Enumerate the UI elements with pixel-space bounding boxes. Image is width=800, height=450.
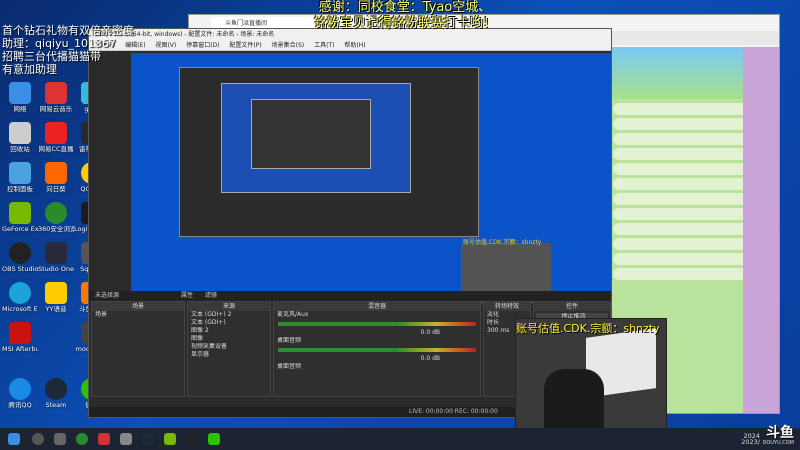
properties-button[interactable]: 属性 [181, 292, 193, 299]
desktop-icon-msi[interactable]: MSI Afterburner [2, 322, 38, 353]
source-toolbar: 未选择源 属性 滤镜 [89, 291, 611, 301]
stream-notice: 首个钻石礼物有双倍亲密度 助理：qiqiyu_101367 招聘三台代播猫猫带 … [2, 24, 202, 76]
source-item[interactable]: 显示器 [188, 351, 270, 359]
webcam-label: 账号估值.CDK.宗额：shnzty [516, 322, 660, 335]
source-item[interactable]: 视频采集设备 [188, 343, 270, 351]
desktop-icon-yy[interactable]: YY语音 [38, 282, 74, 313]
qq-icon [9, 378, 31, 400]
sources-dock: 来源 文本 (GDI+) 2 文本 (GDI+) 图像 2 图像 视频采集设备 … [187, 301, 271, 397]
steam-icon [45, 378, 67, 400]
desktop-icon-geforce[interactable]: GeForce Experience [2, 202, 38, 233]
recycle-bin-icon [9, 122, 31, 144]
mixer-level: 0.0 dB [420, 329, 440, 336]
clock-date: 2023/ [741, 438, 760, 446]
volume-meter[interactable] [278, 348, 476, 352]
desktop-icon-obs[interactable]: OBS Studio [2, 242, 38, 273]
source-item[interactable]: 图像 2 [188, 327, 270, 335]
volume-meter[interactable] [278, 322, 476, 326]
menu-profile[interactable]: 配置文件(P) [229, 42, 261, 49]
steam-taskbar-icon[interactable] [142, 433, 154, 445]
desktop-icon-network[interactable]: 网络 [2, 82, 38, 113]
source-item[interactable]: 文本 (GDI+) 2 [188, 311, 270, 319]
preview-cam-label: 账号估值.CDK.宗额：shnzty [463, 239, 542, 246]
menu-tools[interactable]: 工具(T) [314, 42, 334, 49]
no-source-label: 未选择源 [95, 292, 120, 299]
thanks-line: 感谢：同校食堂：Tyao空城、 [318, 0, 492, 15]
mixer-level: 0.0 dB [420, 355, 440, 362]
source-item[interactable]: 图像 [188, 335, 270, 343]
menu-scene-collection[interactable]: 场景集合(S) [272, 42, 305, 49]
notice-line: 有意加助理 [2, 63, 57, 76]
scenes-header: 场景 [92, 302, 184, 311]
notice-line: 助理：qiqiyu_101367 [2, 37, 117, 50]
app-taskbar-icon[interactable] [98, 433, 110, 445]
thanks-line: 铭粉宝贝记得铭粉联赛打卡哟！ [313, 16, 496, 31]
filters-button[interactable]: 滤镜 [205, 292, 217, 299]
studio-icon [45, 242, 67, 264]
obs-preview[interactable]: 账号估值.CDK.宗额：shnzty [131, 53, 611, 303]
system-clock[interactable]: 2024 2023/ [741, 433, 760, 446]
mixer-channel-desktop: 桌面音频 [277, 337, 302, 344]
page-sidebar [743, 47, 779, 413]
scene-item[interactable]: 场景 [92, 311, 184, 319]
search-icon[interactable] [32, 433, 44, 445]
music-icon [45, 82, 67, 104]
preview-nested-obs-2 [251, 99, 371, 169]
source-item[interactable]: 文本 (GDI+) [188, 319, 270, 327]
cam-person [544, 369, 604, 429]
msi-icon [9, 322, 31, 344]
task-view-icon[interactable] [54, 433, 66, 445]
mixer-channel-desktop-2: 桌面音频 [277, 363, 302, 370]
transitions-header: 转场特效 [484, 302, 530, 311]
scenes-dock: 场景 场景 [91, 301, 185, 397]
desktop-icon-sunlogin[interactable]: 向日葵 [38, 162, 74, 193]
nvidia-taskbar-icon[interactable] [164, 433, 176, 445]
desktop-icon-music[interactable]: 网易云音乐 [38, 82, 74, 113]
desktop-icon-qq[interactable]: 腾讯QQ [2, 378, 38, 409]
douyu-url: DOUYU.COM [762, 440, 795, 446]
desktop-icon-recycle[interactable]: 回收站 [2, 122, 38, 153]
browser-icon [45, 202, 67, 224]
cc-icon [45, 122, 67, 144]
desktop-icon-studioone[interactable]: Studio One5 [38, 242, 74, 273]
yy-icon [45, 282, 67, 304]
mixer-dock: 混音器 麦克风/Aux 0.0 dB 桌面音频 0.0 dB 桌面音频 [273, 301, 481, 397]
douyu-watermark: 斗鱼 [766, 425, 794, 441]
app-taskbar-icon[interactable] [120, 433, 132, 445]
sources-header: 来源 [188, 302, 270, 311]
thanks-overlay: 感谢：同校食堂：Tyao空城、 铭粉宝贝记得铭粉联赛打卡哟！ [285, 0, 525, 32]
browser-taskbar-icon[interactable] [76, 433, 88, 445]
edge-icon [9, 282, 31, 304]
desktop-icon-cc[interactable]: 网易CC直播 [38, 122, 74, 153]
control-panel-icon [9, 162, 31, 184]
wechat-taskbar-icon[interactable] [208, 433, 220, 445]
desktop-icon-control[interactable]: 控制面板 [2, 162, 38, 193]
nvidia-icon [9, 202, 31, 224]
desktop-icon-360[interactable]: 360安全浏览器 [38, 202, 74, 233]
obs-taskbar-icon[interactable] [186, 433, 198, 445]
obs-icon [9, 242, 31, 264]
network-icon [9, 82, 31, 104]
desktop-icon-steam[interactable]: Steam [38, 378, 74, 409]
sunflower-icon [45, 162, 67, 184]
notice-line: 招聘三台代播猫猫带 [2, 50, 101, 63]
start-icon[interactable] [8, 433, 20, 445]
taskbar: 2024 2023/ [0, 428, 800, 450]
notice-line: 首个钻石礼物有双倍亲密度 [2, 24, 134, 37]
mixer-header: 混音器 [274, 302, 480, 311]
desktop-icon-edge[interactable]: Microsoft Edge [2, 282, 38, 313]
mixer-channel-mic: 麦克风/Aux [277, 311, 309, 318]
controls-header: 控件 [534, 302, 610, 311]
menu-help[interactable]: 帮助(H) [344, 42, 365, 49]
